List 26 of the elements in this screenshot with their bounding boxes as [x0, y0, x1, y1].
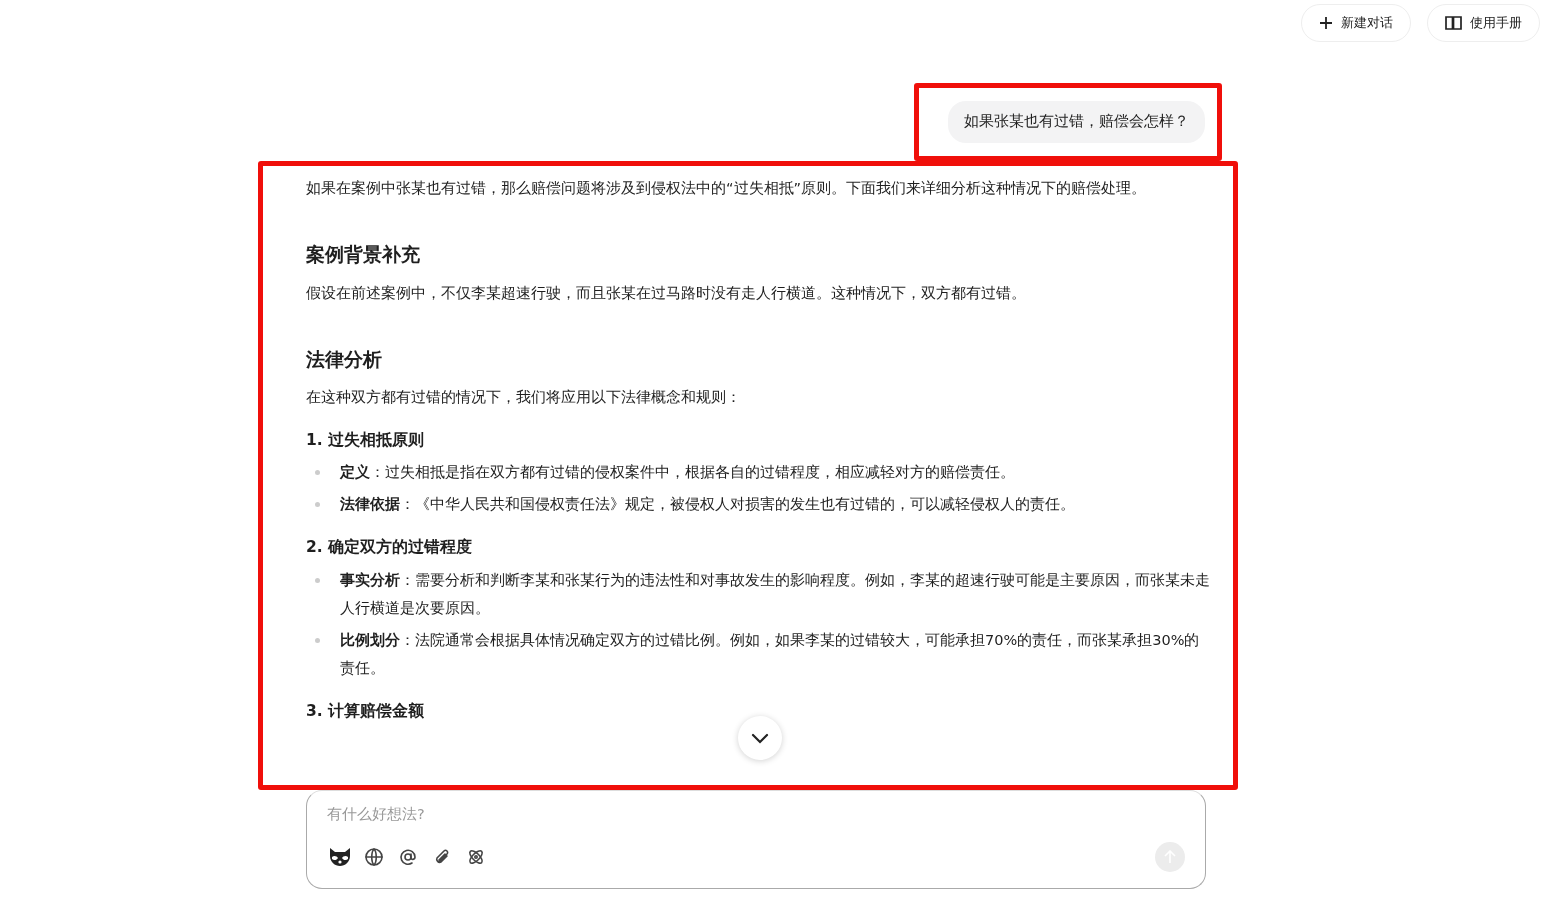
section-heading: 法律分析 — [306, 346, 383, 372]
book-icon — [1445, 16, 1462, 30]
chevron-down-icon — [751, 732, 769, 744]
list-item-text: 法律依据：《中华人民共和国侵权责任法》规定，被侵权人对损害的发生也有过错的，可以减轻侵权人的责任。 — [340, 495, 1075, 515]
globe-icon — [364, 846, 384, 867]
paragraph: 如果在案例中张某也有过错，那么赔偿问题将涉及到侵权法中的“过失相抵”原则。下面我们来详细分析这种情况下的赔偿处理。 — [306, 179, 1148, 198]
list-item-text: 定义：过失相抵是指在双方都有过错的侵权案件中，根据各自的过错程度，相应减轻对方的赔偿责任。 — [340, 463, 1015, 483]
bullet-dot — [315, 577, 320, 583]
new-chat-button[interactable]: 新建对话 — [1301, 4, 1411, 42]
bullet-dot — [315, 502, 320, 508]
section-heading: 案例背景补充 — [306, 242, 421, 267]
subsection-heading: 3. 计算赔偿金额 — [306, 700, 426, 722]
paragraph: 在这种双方都有过错的情况下，我们将应用以下法律概念和规则： — [306, 388, 742, 407]
bullet-dot — [315, 637, 320, 643]
message-composer[interactable]: 有什么好想法? — [306, 790, 1206, 889]
subsection-heading: 1. 过失相抵原则 — [306, 430, 426, 451]
user-message: 如果张某也有过错，赔偿会怎样？ — [948, 101, 1205, 143]
subsection-heading: 2. 确定双方的过错程度 — [306, 537, 474, 559]
plus-icon — [1319, 16, 1333, 30]
list-item-text: 事实分析：需要分析和判断李某和张某行为的违法性和对事故发生的影响程度。例如，李某的超速行驶可能是主要原因，而张某未走人行横道是次要原因。 — [340, 570, 1211, 618]
at-sign-icon — [398, 846, 418, 867]
bullet-dot — [315, 470, 320, 476]
manual-button[interactable]: 使用手册 — [1427, 4, 1540, 42]
paragraph: 假设在前述案例中，不仅李某超速行驶，而且张某在过马路时没有走人行横道。这种情况下，双方都有过错。 — [306, 283, 1027, 303]
list-item-text: 比例划分：法院通常会根据具体情况确定双方的过错比例。例如，如果李某的过错较大，可能承担70%的责任，而张某承担30%的责任。 — [340, 630, 1201, 678]
scroll-down-button[interactable] — [738, 716, 782, 760]
